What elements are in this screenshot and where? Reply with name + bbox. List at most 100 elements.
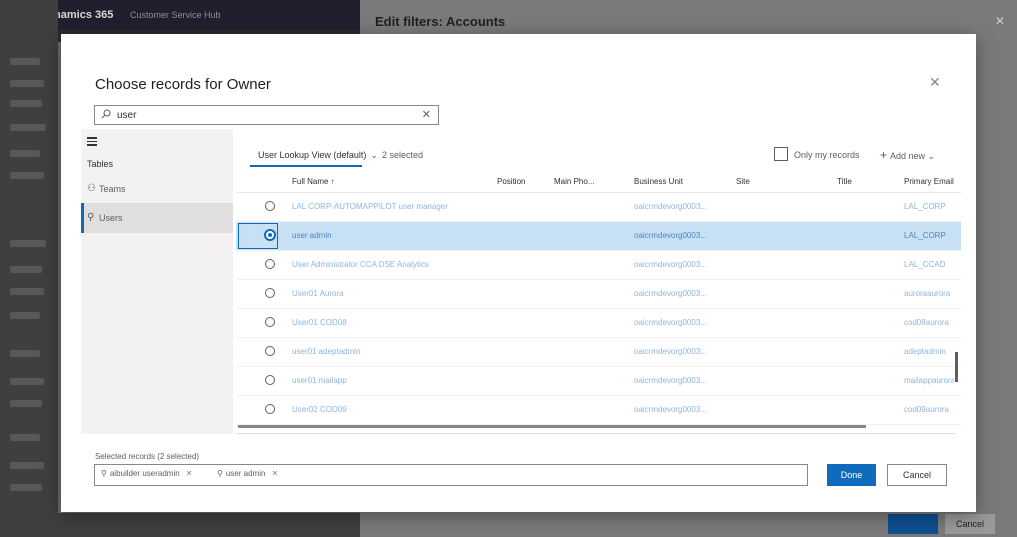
business-unit-link[interactable]: oaicrmdevorg0003...	[634, 347, 724, 356]
business-unit-link[interactable]: oaicrmdevorg0003...	[634, 376, 724, 385]
email-link[interactable]: cod08aurora	[904, 318, 954, 327]
row-select-radio[interactable]	[264, 229, 276, 241]
nav-item-users[interactable]: ⚲ Users	[81, 203, 233, 233]
sitemap-item	[0, 80, 58, 90]
chip-label: aibuilder useradmin	[109, 469, 180, 478]
full-name-link[interactable]: user admin	[292, 231, 492, 240]
close-icon[interactable]: ✕	[929, 74, 941, 91]
sitemap-item	[0, 124, 58, 134]
hamburger-icon[interactable]	[87, 137, 97, 148]
search-icon	[101, 109, 111, 119]
column-header-primary-email[interactable]: Primary Email	[904, 177, 954, 186]
user-icon: ⚲	[87, 212, 95, 223]
row-select-radio[interactable]	[265, 259, 275, 269]
column-header-business-unit[interactable]: Business Unit	[634, 177, 683, 186]
table-row[interactable]: user admin oaicrmdevorg0003... LAL_CORP	[236, 222, 961, 251]
area-switcher	[0, 513, 360, 537]
business-unit-link[interactable]: oaicrmdevorg0003...	[634, 231, 724, 240]
sitemap-item	[0, 350, 58, 360]
column-header-full-name[interactable]: Full Name ↑	[292, 177, 335, 186]
nav-item-teams[interactable]: ⚇ Teams	[81, 177, 233, 201]
sitemap-item	[0, 100, 58, 110]
sitemap-item	[0, 400, 58, 410]
view-underline	[250, 165, 362, 167]
remove-chip-icon[interactable]: ✕	[186, 469, 193, 478]
table-row[interactable]: User01 COD08 oaicrmdevorg0003... cod08au…	[236, 309, 961, 338]
table-row[interactable]: user01 mailapp oaicrmdevorg0003... maila…	[236, 367, 961, 396]
business-unit-link[interactable]: oaicrmdevorg0003...	[634, 202, 724, 211]
remove-chip-icon[interactable]: ✕	[271, 469, 278, 478]
email-link[interactable]: LAL_CORP	[904, 202, 954, 211]
app-name: Customer Service Hub	[130, 10, 221, 20]
email-link[interactable]: mailappaurora	[904, 376, 954, 385]
selected-indicator	[81, 203, 84, 233]
chip-label: user admin	[225, 469, 266, 478]
column-header-site[interactable]: Site	[736, 177, 750, 186]
chevron-down-icon: ⌄	[370, 150, 378, 160]
tables-heading: Tables	[87, 159, 114, 169]
lookup-dialog: Choose records for Owner ✕ ✕ Tables ⚇ Te…	[61, 34, 976, 512]
business-unit-link[interactable]: oaicrmdevorg0003...	[634, 318, 724, 327]
view-label: User Lookup View (default)	[258, 150, 367, 160]
row-select-radio[interactable]	[265, 375, 275, 385]
nav-item-label: Teams	[99, 184, 126, 194]
full-name-link[interactable]: user01 mailapp	[292, 376, 492, 385]
panel-close-icon: ✕	[995, 14, 1006, 28]
add-new-label: Add new	[890, 151, 926, 161]
add-new-button[interactable]: + Add new ⌄	[880, 148, 935, 162]
table-row[interactable]: User01 Aurora oaicrmdevorg0003... aurora…	[236, 280, 961, 309]
sitemap-item	[0, 462, 58, 472]
full-name-link[interactable]: User01 Aurora	[292, 289, 492, 298]
sitemap-item	[0, 150, 58, 160]
sitemap-item	[0, 312, 58, 322]
table-row[interactable]: User02 COD09 oaicrmdevorg0003... cod09au…	[236, 396, 961, 425]
cancel-button[interactable]: Cancel	[887, 464, 947, 486]
tables-nav: Tables ⚇ Teams ⚲ Users	[81, 129, 233, 434]
row-select-radio[interactable]	[265, 288, 275, 298]
column-header-position[interactable]: Position	[497, 177, 525, 186]
view-selector[interactable]: User Lookup View (default) ⌄	[258, 150, 378, 161]
sitemap-item	[0, 172, 58, 182]
sitemap-item	[0, 240, 58, 250]
full-name-link[interactable]: user01 adeptadmin	[292, 347, 492, 356]
row-select-radio[interactable]	[265, 346, 275, 356]
grid-header: Full Name ↑ Position Main Pho... Busines…	[236, 170, 961, 193]
row-select-radio[interactable]	[265, 404, 275, 414]
horizontal-scrollbar[interactable]	[238, 425, 866, 428]
email-link[interactable]: LAL_CORP	[904, 231, 954, 240]
business-unit-link[interactable]: oaicrmdevorg0003...	[634, 405, 724, 414]
table-row[interactable]: LAL CORP-AUTOMAPPILOT user manager oaicr…	[236, 193, 961, 222]
full-name-link[interactable]: LAL CORP-AUTOMAPPILOT user manager	[292, 202, 492, 211]
done-button[interactable]: Done	[827, 464, 876, 486]
full-name-link[interactable]: User01 COD08	[292, 318, 492, 327]
user-icon: ⚲	[101, 469, 107, 478]
business-unit-link[interactable]: oaicrmdevorg0003...	[634, 260, 724, 269]
full-name-link[interactable]: User Administrator CCA DSE Analytics	[292, 260, 492, 269]
full-name-link[interactable]: User02 COD09	[292, 405, 492, 414]
plus-icon: +	[880, 148, 888, 162]
table-row[interactable]: User Administrator CCA DSE Analytics oai…	[236, 251, 961, 280]
teams-icon: ⚇	[87, 183, 96, 194]
row-select-radio[interactable]	[265, 317, 275, 327]
sitemap-item	[0, 288, 58, 298]
selected-count: 2 selected	[382, 150, 424, 160]
email-link[interactable]: LAL_CCAD	[904, 260, 954, 269]
sitemap-item	[0, 58, 58, 68]
table-row[interactable]: user01 adeptadmin oaicrmdevorg0003... ad…	[236, 338, 961, 367]
user-icon: ⚲	[217, 469, 223, 478]
dialog-title: Choose records for Owner	[95, 76, 271, 93]
sitemap-item	[0, 434, 58, 444]
business-unit-link[interactable]: oaicrmdevorg0003...	[634, 289, 724, 298]
search-box: ✕	[94, 105, 439, 125]
vertical-scrollbar[interactable]	[955, 352, 958, 382]
clear-search-icon[interactable]: ✕	[422, 108, 431, 121]
search-input[interactable]	[117, 108, 417, 122]
email-link[interactable]: auroraaurora	[904, 289, 954, 298]
email-link[interactable]: cod09aurora	[904, 405, 954, 414]
nav-item-label: Users	[99, 213, 123, 223]
email-link[interactable]: adeptadmin	[904, 347, 954, 356]
only-my-records-checkbox[interactable]	[774, 147, 788, 161]
column-header-title[interactable]: Title	[837, 177, 852, 186]
column-header-main-phone[interactable]: Main Pho...	[554, 177, 594, 186]
row-select-radio[interactable]	[265, 201, 275, 211]
